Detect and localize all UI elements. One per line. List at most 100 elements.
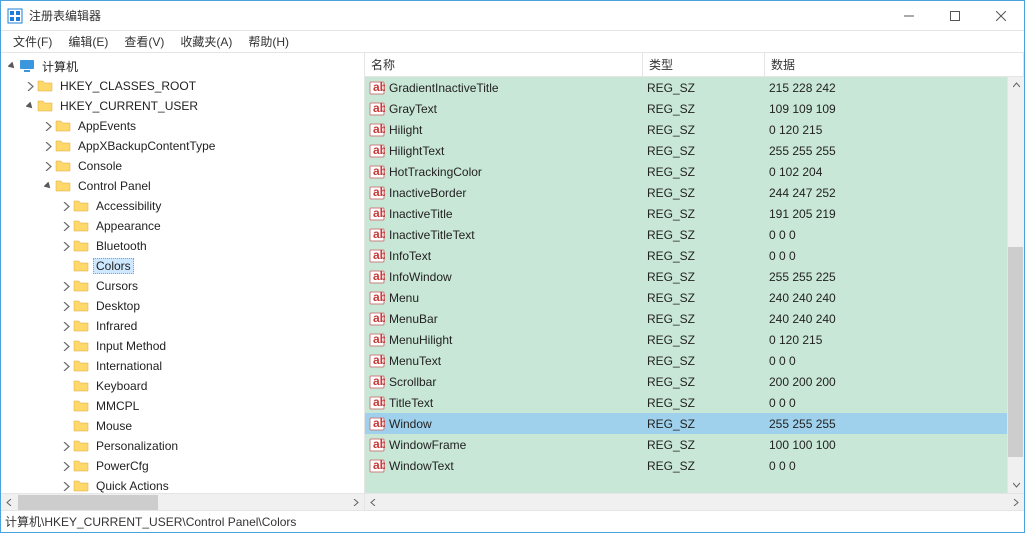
tree-node[interactable]: AppEvents — [1, 116, 364, 136]
scroll-thumb[interactable] — [1008, 247, 1023, 457]
column-data[interactable]: 数据 — [765, 53, 1024, 76]
close-button[interactable] — [978, 1, 1024, 31]
list-row[interactable]: abInfoTextREG_SZ0 0 0 — [365, 245, 1024, 266]
list-row[interactable]: abMenuBarREG_SZ240 240 240 — [365, 308, 1024, 329]
tree-node[interactable]: Colors — [1, 256, 364, 276]
expand-icon[interactable] — [41, 142, 55, 151]
menu-item[interactable]: 文件(F) — [5, 31, 60, 52]
tree-node[interactable]: Quick Actions — [1, 476, 364, 493]
menu-item[interactable]: 查看(V) — [116, 31, 172, 52]
svg-text:ab: ab — [373, 290, 385, 304]
collapse-icon[interactable] — [5, 62, 19, 71]
list-row[interactable]: abHilightTextREG_SZ255 255 255 — [365, 140, 1024, 161]
tree-node[interactable]: MMCPL — [1, 396, 364, 416]
tree-node[interactable]: Keyboard — [1, 376, 364, 396]
expand-icon[interactable] — [59, 362, 73, 371]
cell-data: 0 102 204 — [765, 165, 1024, 179]
expand-icon[interactable] — [59, 202, 73, 211]
list-row[interactable]: abMenuTextREG_SZ0 0 0 — [365, 350, 1024, 371]
list-row[interactable]: abHotTrackingColorREG_SZ0 102 204 — [365, 161, 1024, 182]
list-row[interactable]: abInfoWindowREG_SZ255 255 225 — [365, 266, 1024, 287]
scroll-track[interactable] — [18, 495, 347, 510]
list-row[interactable]: abGrayTextREG_SZ109 109 109 — [365, 98, 1024, 119]
list-row[interactable]: abScrollbarREG_SZ200 200 200 — [365, 371, 1024, 392]
tree-node-label: Desktop — [93, 298, 143, 314]
scroll-left-button[interactable] — [365, 495, 382, 510]
list-row[interactable]: abMenuHilightREG_SZ0 120 215 — [365, 329, 1024, 350]
list-row[interactable]: abTitleTextREG_SZ0 0 0 — [365, 392, 1024, 413]
expand-icon[interactable] — [59, 442, 73, 451]
list-row[interactable]: abWindowFrameREG_SZ100 100 100 — [365, 434, 1024, 455]
collapse-icon[interactable] — [41, 182, 55, 191]
expand-icon[interactable] — [59, 462, 73, 471]
tree-node[interactable]: Cursors — [1, 276, 364, 296]
expand-icon[interactable] — [59, 322, 73, 331]
expand-icon[interactable] — [59, 482, 73, 491]
list-row[interactable]: abWindowTextREG_SZ0 0 0 — [365, 455, 1024, 476]
tree-node[interactable]: International — [1, 356, 364, 376]
scroll-track[interactable] — [1008, 94, 1024, 476]
scroll-right-button[interactable] — [1007, 495, 1024, 510]
scroll-track[interactable] — [382, 495, 1007, 510]
tree-node[interactable]: 计算机 — [1, 56, 364, 76]
tree-node[interactable]: Bluetooth — [1, 236, 364, 256]
expand-icon[interactable] — [59, 302, 73, 311]
list-vertical-scrollbar[interactable] — [1007, 77, 1024, 493]
collapse-icon[interactable] — [23, 102, 37, 111]
list-row[interactable]: abInactiveTitleTextREG_SZ0 0 0 — [365, 224, 1024, 245]
tree-node[interactable]: Input Method — [1, 336, 364, 356]
expand-icon[interactable] — [41, 122, 55, 131]
expand-icon[interactable] — [23, 82, 37, 91]
tree-node[interactable]: Infrared — [1, 316, 364, 336]
cell-name: abMenuBar — [365, 311, 643, 327]
expand-icon[interactable] — [59, 242, 73, 251]
list-row[interactable]: abGradientInactiveTitleREG_SZ215 228 242 — [365, 77, 1024, 98]
tree-node[interactable]: HKEY_CURRENT_USER — [1, 96, 364, 116]
tree-node[interactable]: Console — [1, 156, 364, 176]
tree-node[interactable]: Desktop — [1, 296, 364, 316]
cell-data: 200 200 200 — [765, 375, 1024, 389]
expand-icon[interactable] — [59, 282, 73, 291]
list-row[interactable]: abHilightREG_SZ0 120 215 — [365, 119, 1024, 140]
tree-node[interactable]: AppXBackupContentType — [1, 136, 364, 156]
tree-node[interactable]: HKEY_CLASSES_ROOT — [1, 76, 364, 96]
menu-item[interactable]: 编辑(E) — [60, 31, 116, 52]
scroll-thumb[interactable] — [18, 495, 158, 510]
list-row[interactable]: abInactiveBorderREG_SZ244 247 252 — [365, 182, 1024, 203]
svg-text:ab: ab — [373, 122, 385, 136]
menu-item[interactable]: 收藏夹(A) — [172, 31, 240, 52]
scroll-right-button[interactable] — [347, 495, 364, 510]
window-controls — [886, 1, 1024, 31]
maximize-button[interactable] — [932, 1, 978, 31]
list-row[interactable]: abWindowREG_SZ255 255 255 — [365, 413, 1024, 434]
list-view[interactable]: abGradientInactiveTitleREG_SZ215 228 242… — [365, 77, 1024, 493]
scroll-left-button[interactable] — [1, 495, 18, 510]
tree-node-label: Accessibility — [93, 198, 164, 214]
list-row[interactable]: abInactiveTitleREG_SZ191 205 219 — [365, 203, 1024, 224]
tree-node[interactable]: PowerCfg — [1, 456, 364, 476]
tree-node[interactable]: Control Panel — [1, 176, 364, 196]
tree-node-label: Colors — [93, 258, 134, 274]
scroll-down-button[interactable] — [1008, 476, 1024, 493]
column-name[interactable]: 名称 — [365, 53, 643, 76]
tree-node[interactable]: Personalization — [1, 436, 364, 456]
tree-node[interactable]: Mouse — [1, 416, 364, 436]
column-type[interactable]: 类型 — [643, 53, 765, 76]
list-row[interactable]: abMenuREG_SZ240 240 240 — [365, 287, 1024, 308]
list-horizontal-scrollbar[interactable] — [365, 493, 1024, 510]
tree-node-label: Infrared — [93, 318, 140, 334]
cell-name: abMenuText — [365, 353, 643, 369]
tree-horizontal-scrollbar[interactable] — [1, 493, 364, 510]
cell-type: REG_SZ — [643, 249, 765, 263]
expand-icon[interactable] — [59, 222, 73, 231]
menu-item[interactable]: 帮助(H) — [240, 31, 297, 52]
cell-type: REG_SZ — [643, 459, 765, 473]
scroll-up-button[interactable] — [1008, 77, 1024, 94]
tree-view[interactable]: 计算机HKEY_CLASSES_ROOTHKEY_CURRENT_USERApp… — [1, 53, 364, 493]
expand-icon[interactable] — [59, 342, 73, 351]
expand-icon[interactable] — [41, 162, 55, 171]
tree-node[interactable]: Appearance — [1, 216, 364, 236]
minimize-button[interactable] — [886, 1, 932, 31]
tree-node[interactable]: Accessibility — [1, 196, 364, 216]
tree-node-label: Mouse — [93, 418, 135, 434]
